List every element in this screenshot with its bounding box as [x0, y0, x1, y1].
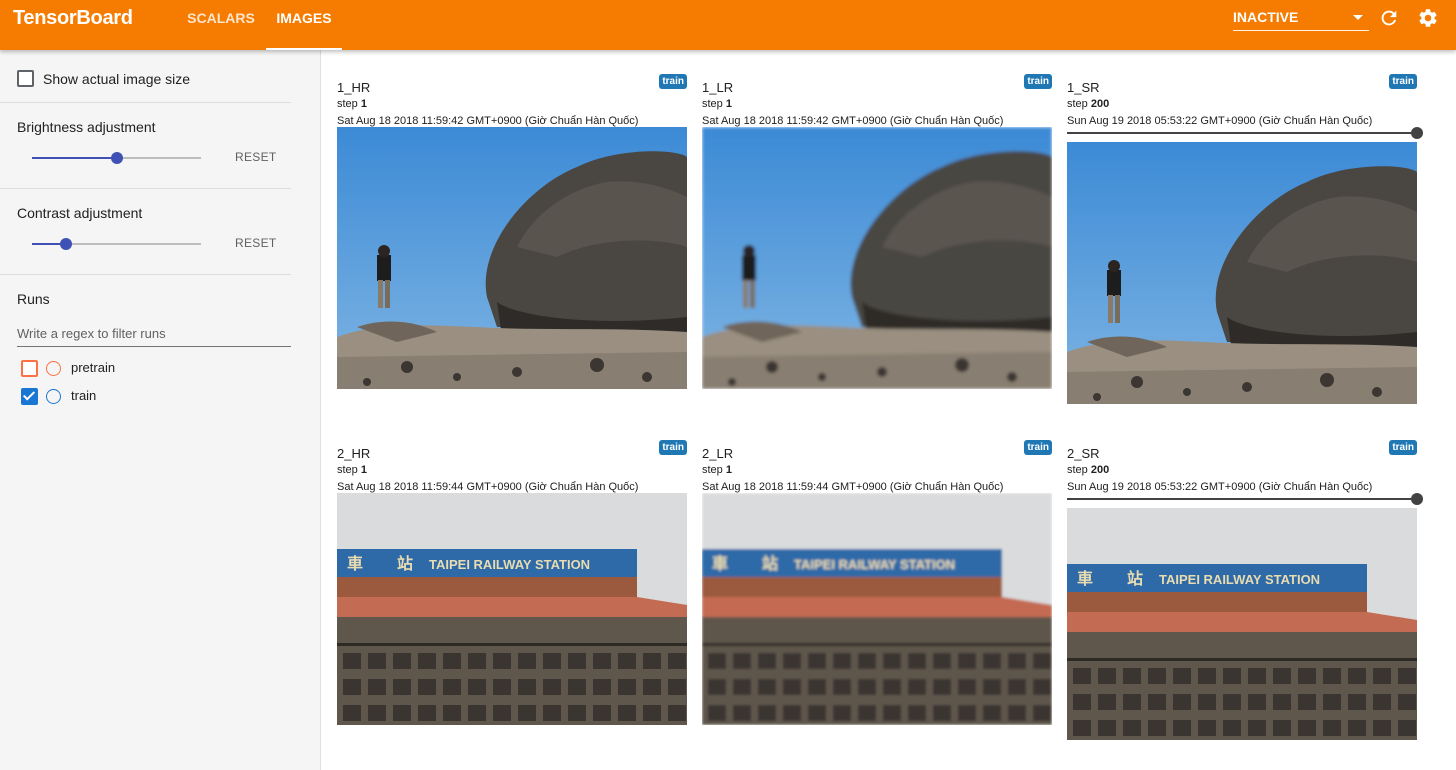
step-word: step: [337, 464, 358, 476]
sample-image[interactable]: TAIPEI RAILWAY STATION 車 站: [337, 493, 687, 725]
step-slider[interactable]: [1067, 493, 1423, 505]
card-tag-title: 1_HR: [337, 80, 371, 95]
run-badge: train: [659, 440, 687, 455]
run-badge: train: [1389, 74, 1417, 89]
station-sign-text: TAIPEI RAILWAY STATION: [429, 557, 590, 572]
step-value: 1: [725, 98, 732, 110]
chevron-down-icon: [1353, 15, 1363, 20]
timestamp: Sun Aug 19 2018 05:53:22 GMT+0900 (Giờ C…: [1067, 115, 1373, 127]
svg-text:車: 車: [347, 554, 363, 573]
run-badge: train: [1024, 74, 1052, 89]
sample-image[interactable]: TAIPEI RAILWAY STATION 車 站: [702, 493, 1052, 725]
sidebar: Show actual image size Brightness adjust…: [0, 50, 321, 770]
divider: [0, 188, 291, 189]
run-badge: train: [1389, 440, 1417, 455]
sample-image[interactable]: TAIPEI RAILWAY STATION 車 站: [1067, 508, 1417, 740]
step-label: step 200: [1067, 98, 1109, 110]
step-word: step: [337, 98, 358, 110]
run-badge: train: [659, 74, 687, 89]
runs-filter-input[interactable]: [17, 320, 291, 347]
step-label: step 200: [1067, 464, 1109, 476]
divider: [0, 102, 291, 103]
app-title: TensorBoard: [13, 7, 133, 29]
run-status-value: INACTIVE: [1233, 9, 1299, 25]
step-label: step 1: [337, 464, 367, 476]
svg-text:站: 站: [397, 554, 413, 573]
top-app-bar: TensorBoard SCALARS IMAGES INACTIVE: [0, 0, 1456, 50]
step-word: step: [702, 98, 723, 110]
svg-text:站: 站: [1127, 569, 1143, 588]
station-photo: TAIPEI RAILWAY STATION 車 站: [337, 493, 687, 725]
step-label: step 1: [702, 464, 732, 476]
runs-title: Runs: [17, 291, 50, 307]
card-tag-title: 1_SR: [1067, 80, 1100, 95]
station-photo: TAIPEI RAILWAY STATION 車 站: [702, 493, 1052, 725]
station-photo: TAIPEI RAILWAY STATION 車 站: [1067, 508, 1417, 740]
run-train-checkbox[interactable]: [21, 388, 38, 405]
svg-text:車: 車: [1077, 569, 1093, 588]
station-sign-text: TAIPEI RAILWAY STATION: [794, 557, 955, 572]
settings-icon[interactable]: [1417, 7, 1439, 29]
brightness-slider-knob[interactable]: [111, 152, 123, 164]
step-label: step 1: [702, 98, 732, 110]
tab-images[interactable]: IMAGES: [266, 0, 342, 50]
card-tag-title: 2_HR: [337, 446, 371, 461]
sample-image[interactable]: [1067, 142, 1417, 404]
rock-photo: [702, 127, 1052, 389]
svg-text:站: 站: [762, 554, 778, 573]
brightness-slider-rest: [117, 157, 201, 159]
sample-image[interactable]: [702, 127, 1052, 389]
step-word: step: [1067, 98, 1088, 110]
step-slider[interactable]: [1067, 127, 1423, 139]
card-tag-title: 1_LR: [702, 80, 734, 95]
sample-image[interactable]: [337, 127, 687, 389]
run-badge: train: [1024, 440, 1052, 455]
rock-photo: [337, 127, 687, 389]
card-tag-title: 2_LR: [702, 446, 734, 461]
run-pretrain-label: pretrain: [71, 360, 116, 375]
rock-photo: [1067, 142, 1417, 404]
brightness-reset-button[interactable]: RESET: [235, 150, 277, 164]
timestamp: Sat Aug 18 2018 11:59:42 GMT+0900 (Giờ C…: [337, 115, 639, 127]
step-slider-knob[interactable]: [1411, 127, 1423, 139]
run-train-label: train: [71, 388, 97, 403]
step-value: 1: [360, 98, 367, 110]
step-word: step: [1067, 464, 1088, 476]
run-status-dropdown[interactable]: INACTIVE: [1233, 6, 1369, 31]
run-pretrain-color-icon[interactable]: [46, 361, 61, 376]
refresh-icon[interactable]: [1378, 7, 1400, 29]
tab-images-label: IMAGES: [276, 10, 332, 26]
step-word: step: [702, 464, 723, 476]
show-actual-size-label: Show actual image size: [43, 71, 191, 87]
timestamp: Sat Aug 18 2018 11:59:44 GMT+0900 (Giờ C…: [337, 481, 639, 493]
contrast-label: Contrast adjustment: [17, 205, 143, 221]
step-value: 200: [1090, 98, 1110, 110]
timestamp: Sun Aug 19 2018 05:53:22 GMT+0900 (Giờ C…: [1067, 481, 1373, 493]
tab-scalars[interactable]: SCALARS: [178, 0, 264, 50]
divider: [0, 274, 291, 275]
brightness-slider-fill: [32, 157, 117, 159]
show-actual-size-checkbox[interactable]: [17, 70, 34, 87]
active-tab-indicator: [266, 48, 342, 50]
station-sign-text: TAIPEI RAILWAY STATION: [1159, 572, 1320, 587]
timestamp: Sat Aug 18 2018 11:59:44 GMT+0900 (Giờ C…: [702, 481, 1004, 493]
timestamp: Sat Aug 18 2018 11:59:42 GMT+0900 (Giờ C…: [702, 115, 1004, 127]
step-value: 1: [725, 464, 732, 476]
contrast-slider[interactable]: [32, 238, 201, 250]
run-train-color-icon[interactable]: [46, 389, 61, 404]
contrast-slider-rest: [66, 243, 201, 245]
step-label: step 1: [337, 98, 367, 110]
svg-text:車: 車: [712, 554, 728, 573]
step-value: 200: [1090, 464, 1110, 476]
tab-scalars-label: SCALARS: [187, 10, 255, 26]
brightness-slider[interactable]: [32, 152, 201, 164]
contrast-slider-knob[interactable]: [60, 238, 72, 250]
card-tag-title: 2_SR: [1067, 446, 1100, 461]
contrast-reset-button[interactable]: RESET: [235, 236, 277, 250]
step-value: 1: [360, 464, 367, 476]
checkmark-icon: [22, 388, 36, 401]
run-pretrain-checkbox[interactable]: [21, 360, 38, 377]
brightness-label: Brightness adjustment: [17, 119, 156, 135]
step-slider-knob[interactable]: [1411, 493, 1423, 505]
